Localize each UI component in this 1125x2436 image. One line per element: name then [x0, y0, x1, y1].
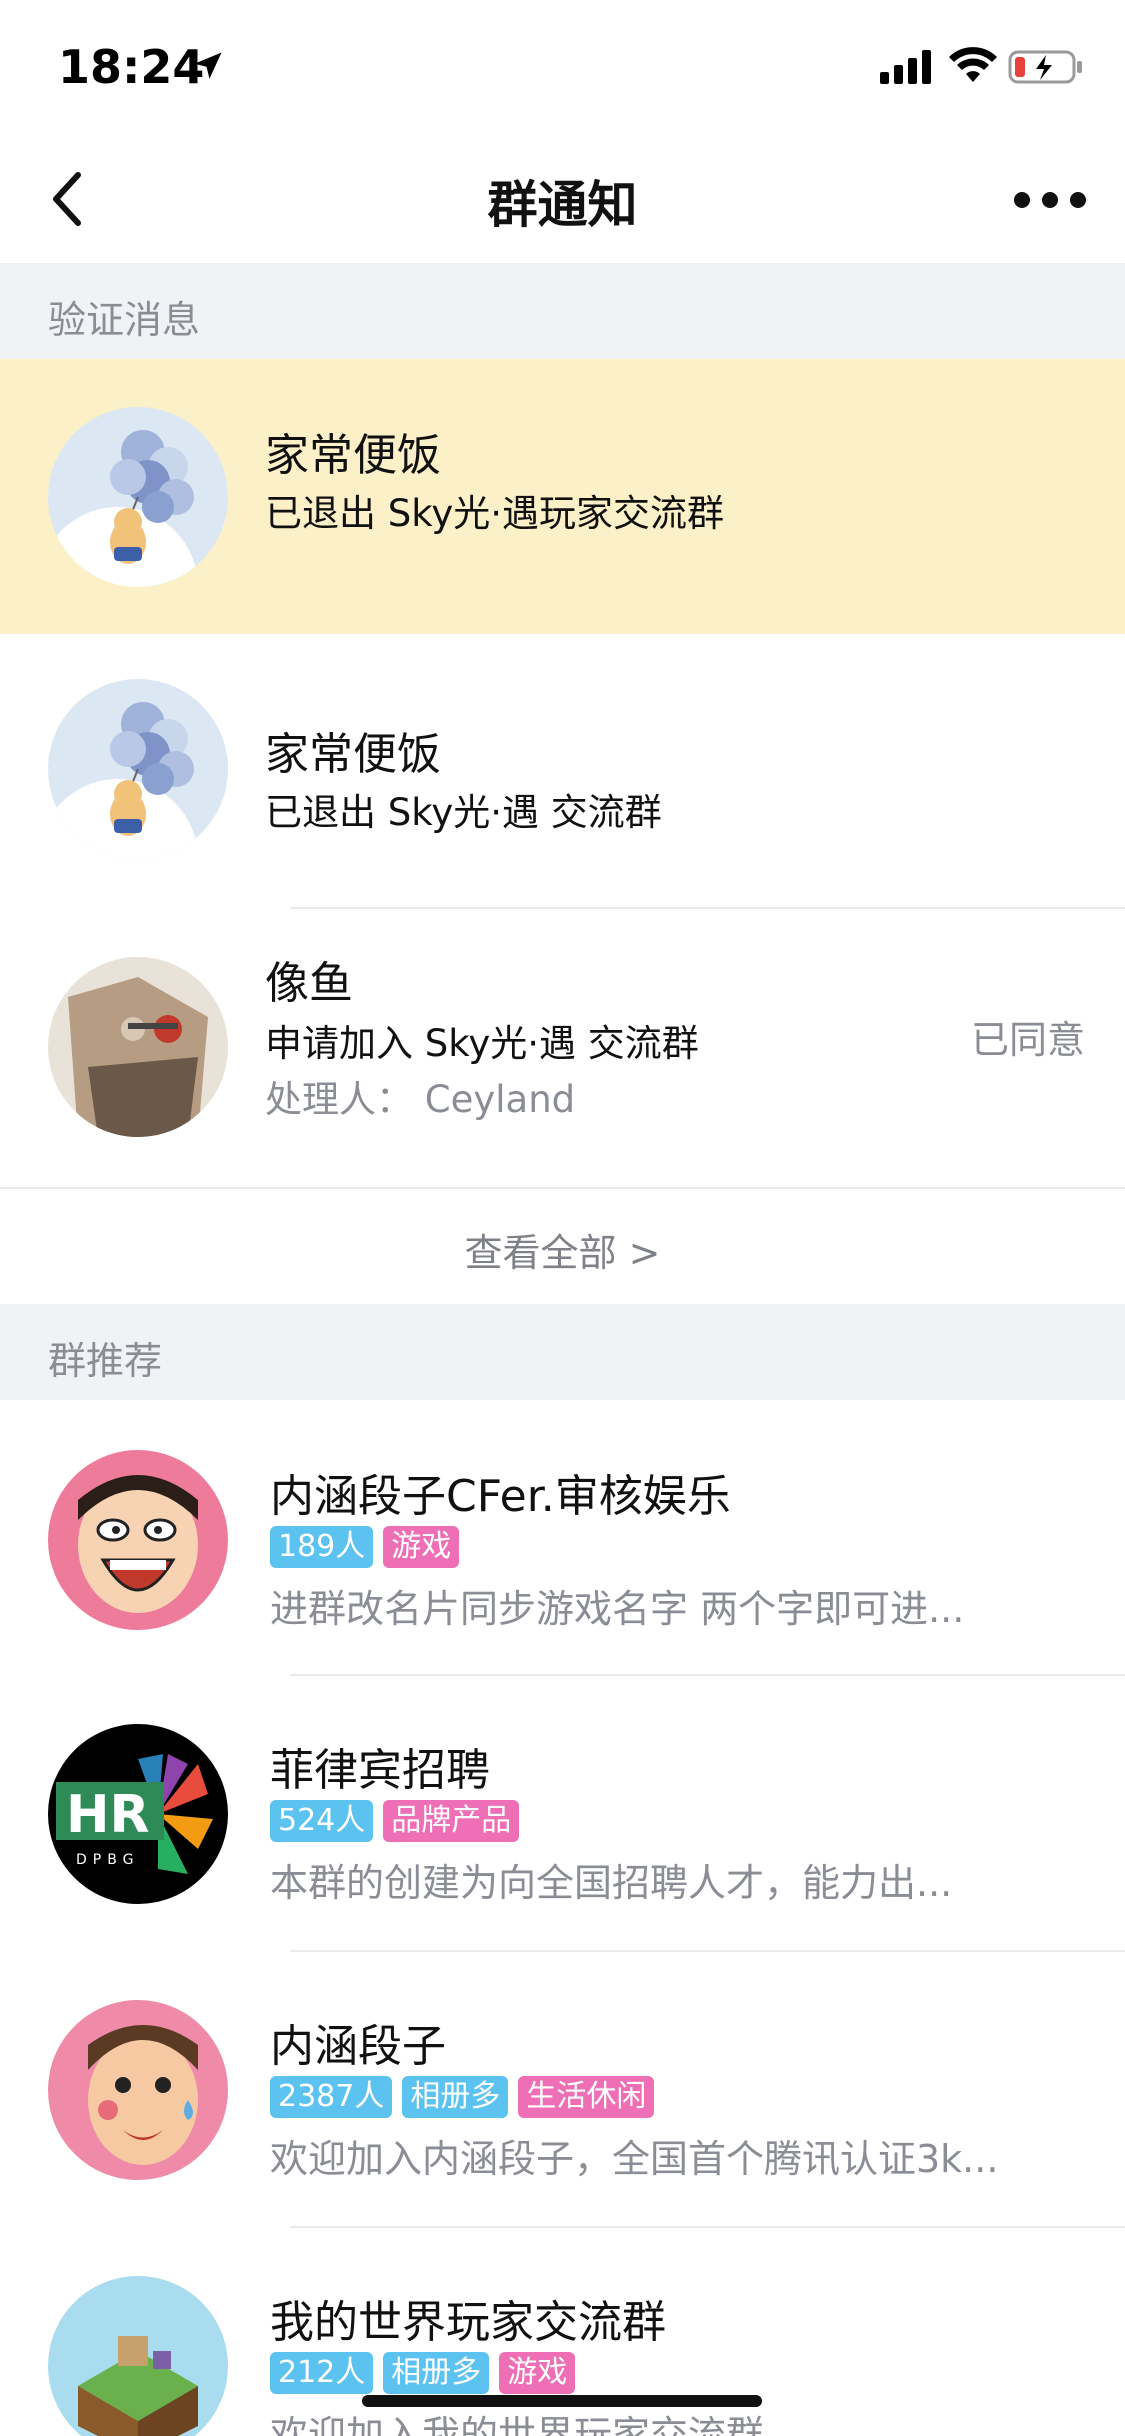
- group-tags: 2387人 相册多 生活休闲: [270, 2076, 655, 2118]
- group-row[interactable]: 内涵段子CFer.审核娱乐 189人 游戏 进群改名片同步游戏名字 两个字即可进…: [0, 1400, 1125, 1676]
- status-time: 18:24: [58, 40, 205, 94]
- group-tags: 212人 相册多 游戏: [270, 2352, 576, 2394]
- tag-member-count: 212人: [270, 2352, 374, 2394]
- avatar-balloon-dog: [48, 407, 228, 587]
- group-description: 进群改名片同步游戏名字 两个字即可进...: [270, 1587, 965, 1631]
- notification-row[interactable]: 家常便饭 已退出 Sky光·遇玩家交流群: [0, 359, 1125, 634]
- status-bar: 18:24: [0, 0, 1125, 135]
- group-row[interactable]: HR DPBG 菲律宾招聘 524人 品牌产品 本群的创建为向全国招聘人才，能力…: [0, 1676, 1125, 1952]
- nav-bar: 群通知: [0, 135, 1125, 263]
- hr-logo-text: HR: [66, 1785, 150, 1845]
- location-arrow-icon: [194, 52, 222, 79]
- page-title: 群通知: [487, 176, 638, 234]
- group-name: 内涵段子CFer.审核娱乐: [270, 1471, 731, 1522]
- group-name: 菲律宾招聘: [270, 1745, 490, 1796]
- view-all-button[interactable]: 查看全部 >: [0, 1190, 1125, 1304]
- group-row[interactable]: 内涵段子 2387人 相册多 生活休闲 欢迎加入内涵段子，全国首个腾讯认证3k.…: [0, 1952, 1125, 2228]
- notification-title: 家常便饭: [265, 729, 441, 780]
- avatar-balloon-dog: [48, 679, 228, 859]
- group-tags: 524人 品牌产品: [270, 1800, 520, 1842]
- avatar-hr-logo: HR DPBG: [48, 1724, 228, 1904]
- group-tags: 189人 游戏: [270, 1526, 460, 1568]
- more-options-icon[interactable]: [1010, 175, 1090, 225]
- notification-title: 像鱼: [265, 958, 353, 1009]
- wifi-icon: [949, 47, 997, 82]
- cellular-signal-icon: [880, 50, 931, 84]
- group-description: 欢迎加入我的世界玩家交流群: [270, 2413, 765, 2436]
- row-divider: [0, 1187, 1125, 1189]
- group-description: 欢迎加入内涵段子，全国首个腾讯认证3k...: [270, 2137, 999, 2181]
- section-header-label: 群推荐: [48, 1339, 163, 1383]
- tag-member-count: 524人: [270, 1800, 374, 1842]
- battery-charging-icon: [1008, 50, 1082, 84]
- tag-category: 游戏: [499, 2352, 576, 2394]
- group-description: 本群的创建为向全国招聘人才，能力出...: [270, 1861, 953, 1905]
- handler-text: 处理人： Ceyland: [265, 1078, 576, 1121]
- tag-category: 品牌产品: [383, 1800, 520, 1842]
- avatar-cartoon-face: [48, 1450, 228, 1630]
- notification-title: 家常便饭: [265, 430, 441, 481]
- tag-album: 相册多: [383, 2352, 490, 2394]
- tag-category: 生活休闲: [518, 2076, 655, 2118]
- tag-member-count: 189人: [270, 1526, 374, 1568]
- section-header-recommend: 群推荐: [0, 1304, 1125, 1400]
- home-indicator[interactable]: [362, 2395, 762, 2407]
- section-header-verify: 验证消息: [0, 263, 1125, 359]
- status-agreed: 已同意: [970, 1018, 1085, 1062]
- avatar-bearded-man: [48, 957, 228, 1137]
- tag-category: 游戏: [383, 1526, 460, 1568]
- notification-action: 申请加入 Sky光·遇 交流群: [265, 1022, 699, 1065]
- tag-album: 相册多: [402, 2076, 509, 2118]
- notification-row[interactable]: 像鱼 申请加入 Sky光·遇 交流群 处理人： Ceyland 已同意: [0, 909, 1125, 1189]
- tag-member-count: 2387人: [270, 2076, 393, 2118]
- avatar-cartoon-man: [48, 2000, 228, 2180]
- notification-action: 已退出 Sky光·遇 交流群: [265, 791, 662, 834]
- hr-logo-subtext: DPBG: [76, 1852, 139, 1868]
- notification-action: 已退出 Sky光·遇玩家交流群: [265, 492, 725, 535]
- section-header-label: 验证消息: [48, 298, 201, 342]
- notification-row[interactable]: 家常便饭 已退出 Sky光·遇 交流群: [0, 634, 1125, 909]
- avatar-minecraft: [48, 2276, 228, 2436]
- view-all-label: 查看全部 >: [464, 1231, 661, 1275]
- group-name: 我的世界玩家交流群: [270, 2297, 666, 2348]
- group-name: 内涵段子: [270, 2021, 446, 2072]
